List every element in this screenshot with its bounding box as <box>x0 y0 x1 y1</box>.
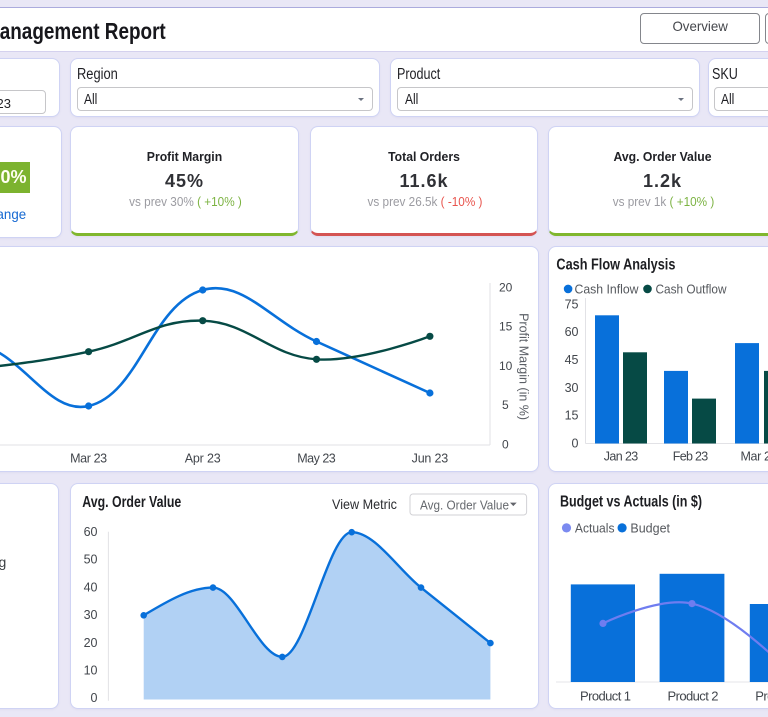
svg-text:Mar 23: Mar 23 <box>741 450 768 464</box>
svg-text:20: 20 <box>84 636 98 650</box>
svg-text:Actuals: Actuals <box>575 520 615 535</box>
svg-text:Avg. Order Value: Avg. Order Value <box>420 498 509 513</box>
svg-text:30: 30 <box>84 608 98 622</box>
svg-text:Budget: Budget <box>630 520 670 535</box>
svg-text:Mar 23: Mar 23 <box>70 452 107 466</box>
svg-text:Profit Margin (in %): Profit Margin (in %) <box>517 313 531 420</box>
svg-text:Cash Flow Analysis: Cash Flow Analysis <box>556 256 675 273</box>
svg-text:60: 60 <box>565 325 579 339</box>
svg-text:Product 2: Product 2 <box>668 689 719 704</box>
svg-text:Product 1: Product 1 <box>580 689 631 704</box>
svg-text:15: 15 <box>565 409 579 423</box>
svg-text:75: 75 <box>565 297 579 311</box>
svg-text:20: 20 <box>499 280 513 294</box>
svg-text:10: 10 <box>84 664 98 678</box>
svg-text:0: 0 <box>502 437 509 451</box>
svg-text:Budget vs Actuals (in $): Budget vs Actuals (in $) <box>560 494 702 511</box>
svg-text:50: 50 <box>84 553 98 567</box>
svg-text:45: 45 <box>565 353 579 367</box>
svg-text:Feb 23: Feb 23 <box>673 450 709 464</box>
svg-text:Product 3: Product 3 <box>755 689 768 704</box>
svg-text:0: 0 <box>572 437 579 451</box>
svg-text:30: 30 <box>565 381 579 395</box>
svg-text:5: 5 <box>502 398 509 412</box>
svg-text:Cash Outflow: Cash Outflow <box>656 281 728 296</box>
svg-text:Apr 23: Apr 23 <box>185 452 221 466</box>
svg-text:15: 15 <box>499 320 513 334</box>
svg-text:Avg. Order Value: Avg. Order Value <box>82 494 181 511</box>
svg-text:May 23: May 23 <box>297 452 336 466</box>
svg-text:Jun 23: Jun 23 <box>412 452 449 466</box>
svg-text:40: 40 <box>84 580 98 594</box>
svg-text:View Metric: View Metric <box>332 496 397 512</box>
svg-text:Jan 23: Jan 23 <box>604 450 639 464</box>
svg-text:60: 60 <box>84 525 98 539</box>
svg-text:0: 0 <box>91 691 98 705</box>
svg-text:10: 10 <box>499 359 513 373</box>
svg-text:Cash Inflow: Cash Inflow <box>575 281 640 296</box>
